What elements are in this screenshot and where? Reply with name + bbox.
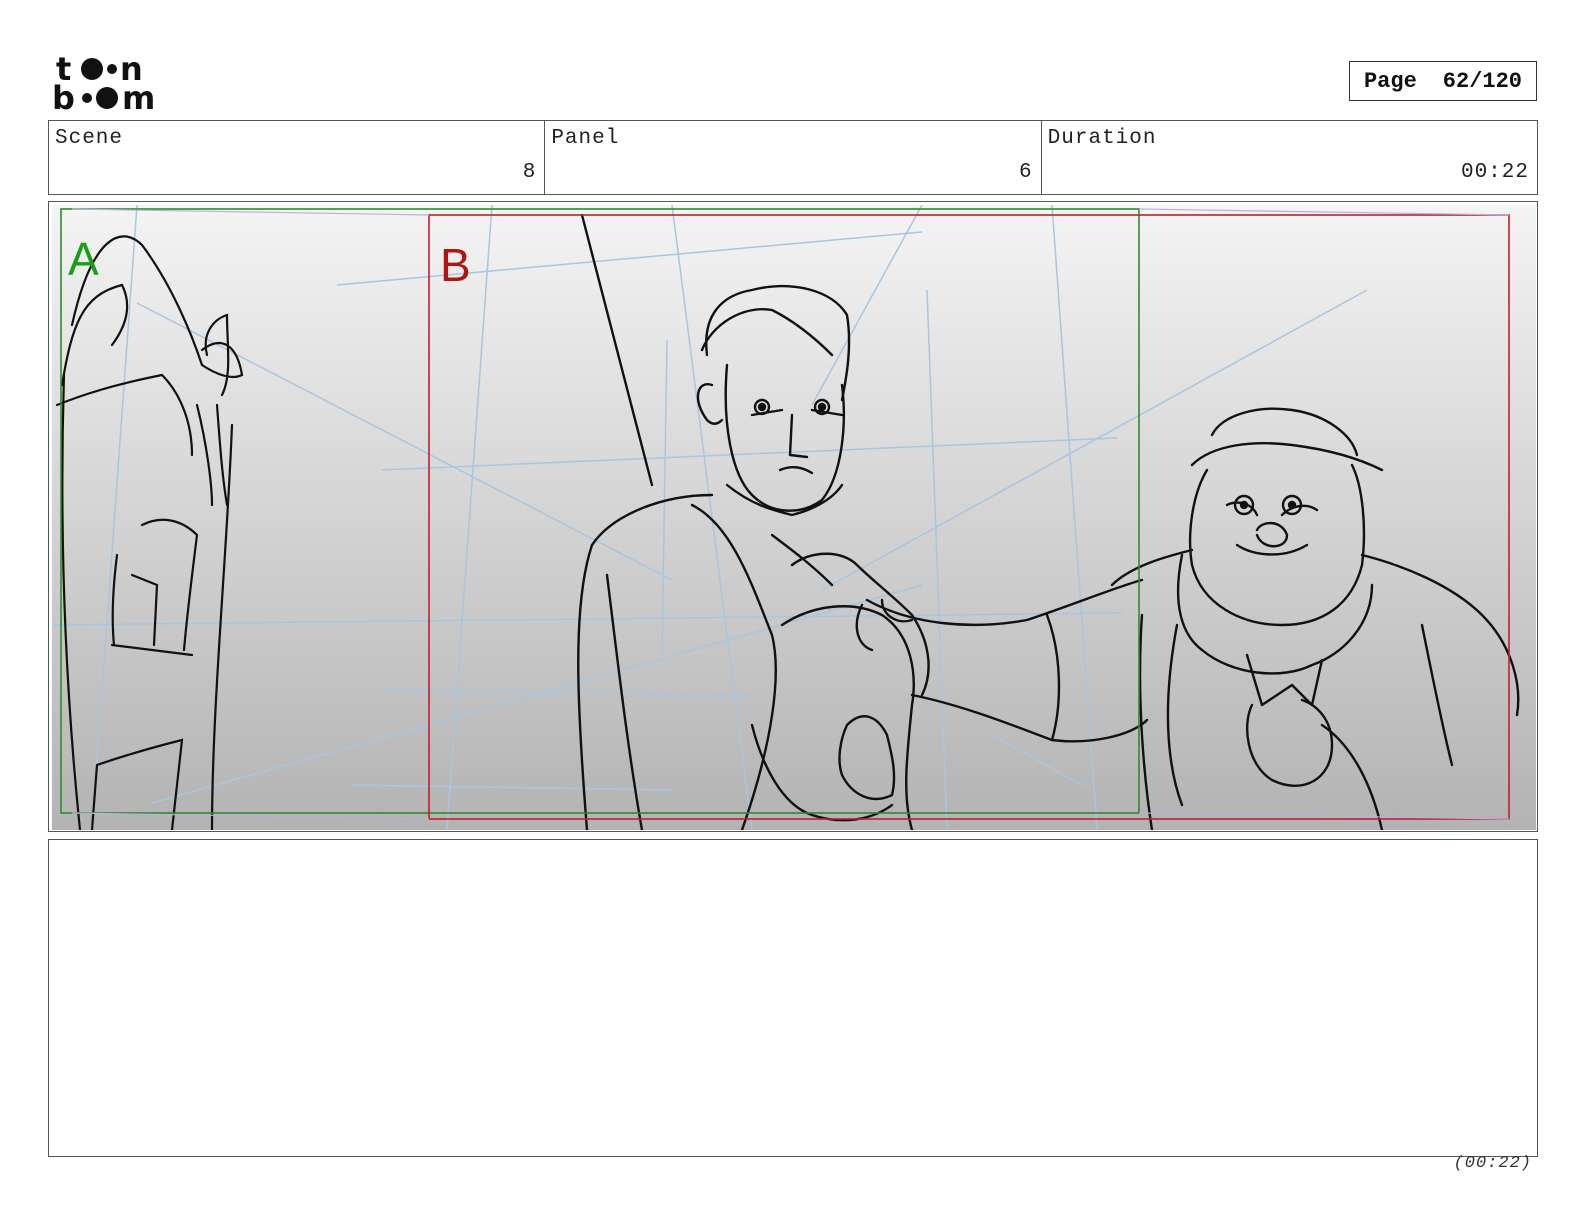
duration-label: Duration [1047,127,1157,150]
panel-notes-box [48,839,1538,1157]
footer-duration: (00:22) [1453,1154,1532,1173]
scene-cell: Scene 8 [49,121,546,194]
scene-label: Scene [55,127,124,150]
frame-b-label: B [440,239,471,291]
storyboard-sketch: A B [52,205,1536,830]
panel-info-row: Scene 8 Panel 6 Duration 00:22 [48,120,1538,195]
duration-value: 00:22 [1460,161,1529,184]
panel-cell: Panel 6 [545,121,1042,194]
scene-value: 8 [522,161,537,184]
page-label: Page [1363,68,1417,94]
storyboard-panel: A B [48,201,1538,832]
sketch-background [52,205,1536,830]
duration-cell: Duration 00:22 [1042,121,1537,194]
svg-text:b: b [52,79,75,112]
page-indicator: Page 62/120 [1349,61,1537,101]
panel-value: 6 [1019,161,1033,184]
frame-a-label: A [68,233,99,285]
svg-text:m: m [122,79,155,112]
toonboom-logo: t n b m [52,50,155,112]
panel-label: Panel [551,127,620,150]
page-number: 62/120 [1442,68,1523,94]
